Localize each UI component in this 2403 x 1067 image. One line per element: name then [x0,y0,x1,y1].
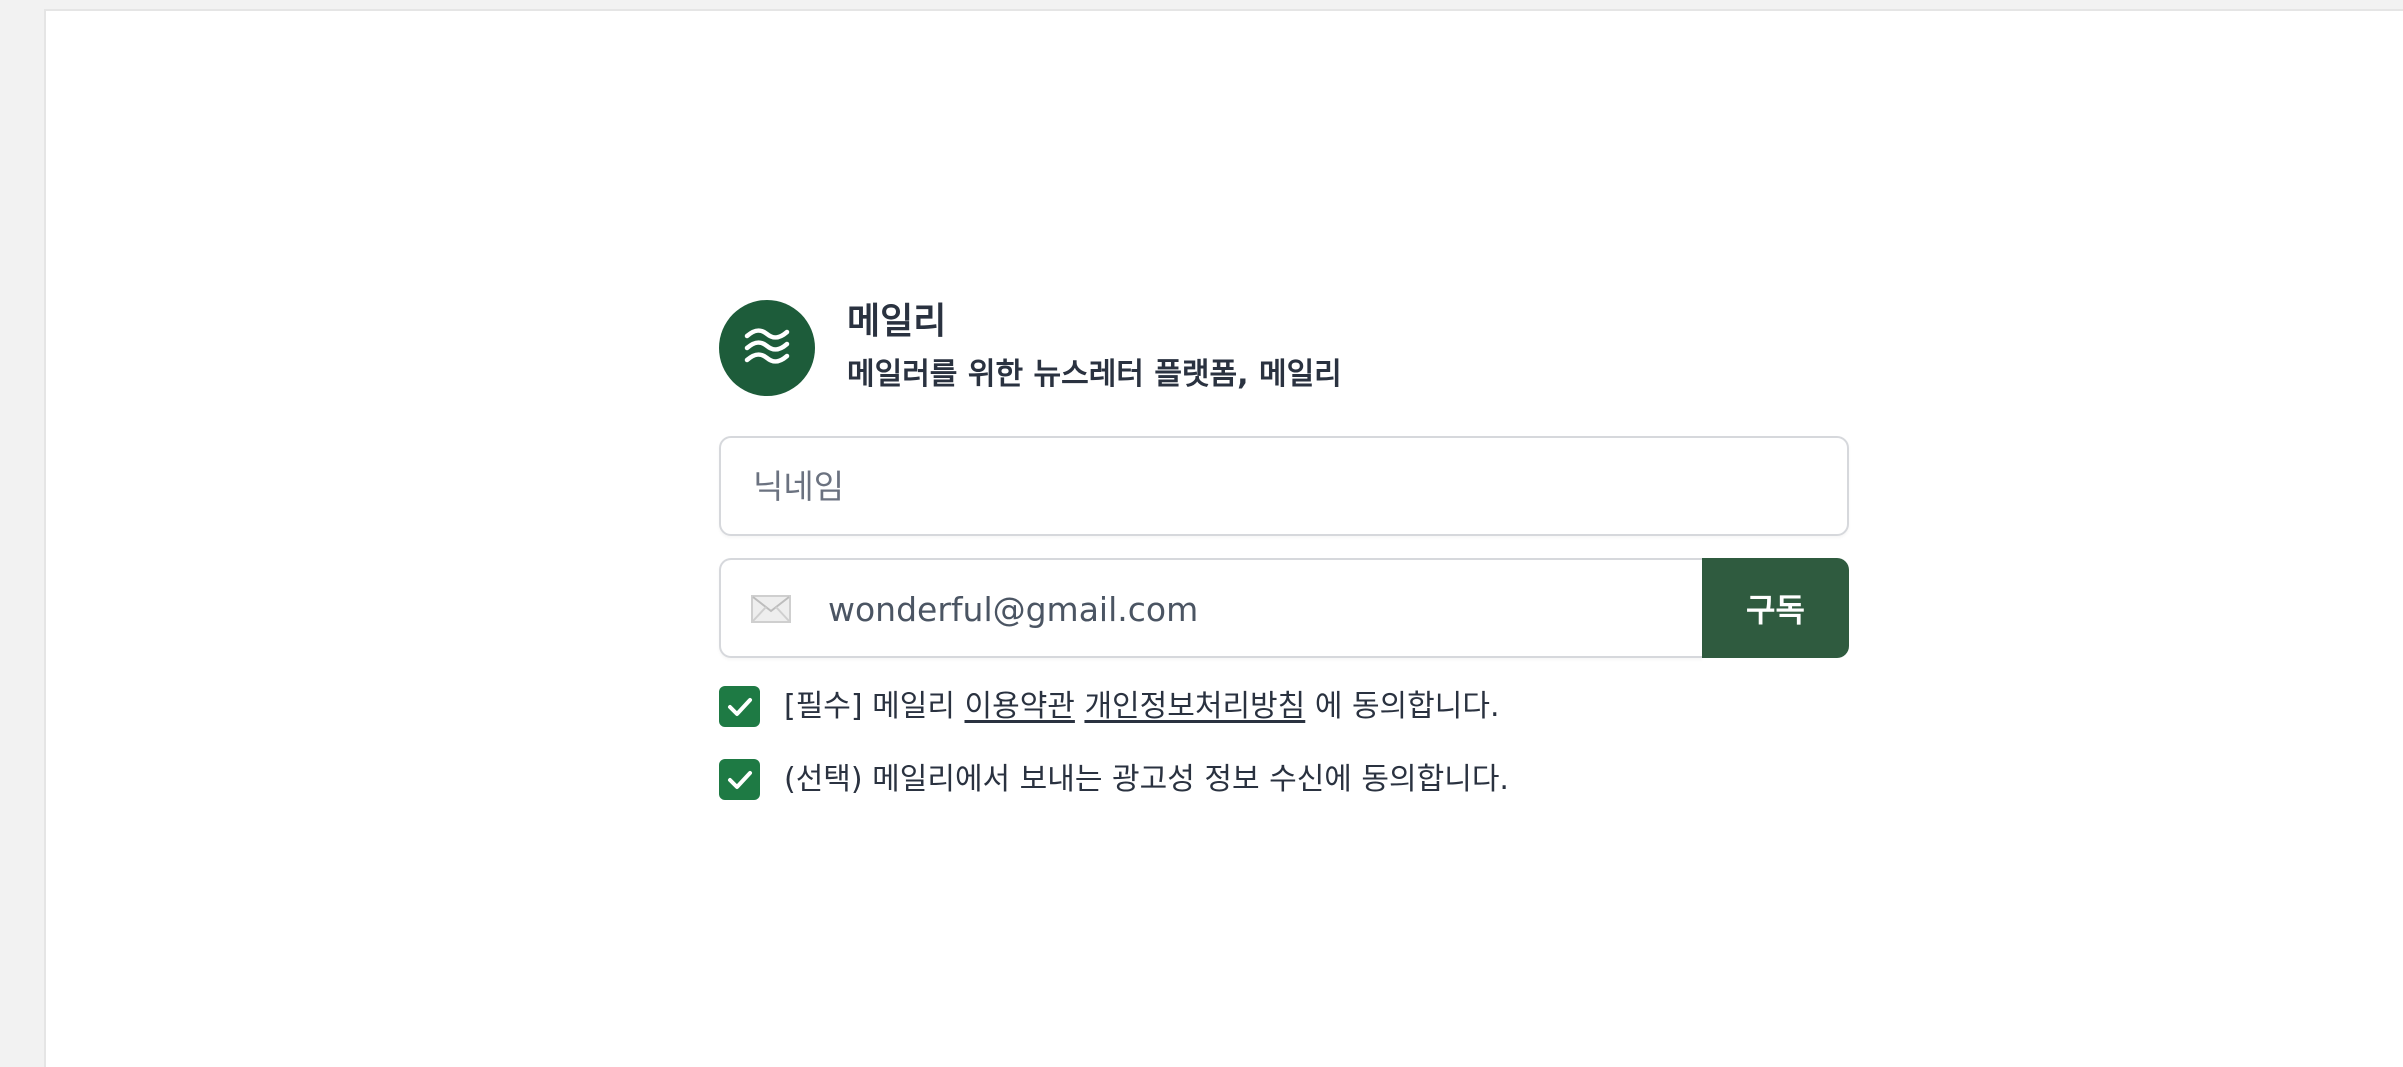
email-row: 구독 [719,558,1849,658]
brand-subtitle: 메일러를 위한 뉴스레터 플랫폼, 메일리 [847,357,1342,392]
privacy-policy-link[interactable]: 개인정보처리방침 [1084,689,1305,724]
brand-title: 메일리 [847,301,947,342]
subscribe-widget: 메일리 메일러를 위한 뉴스레터 플랫폼, 메일리 구독 [719,300,1849,800]
terms-link[interactable]: 이용약관 [965,689,1075,724]
required-agreement-suffix: 에 동의합니다. [1314,688,1500,724]
check-icon [727,697,752,716]
check-icon [727,770,752,789]
nickname-input[interactable] [719,436,1849,536]
mail-icon [751,595,791,623]
brand-header: 메일리 메일러를 위한 뉴스레터 플랫폼, 메일리 [719,300,1849,400]
page-frame: 메일리 메일러를 위한 뉴스레터 플랫폼, 메일리 구독 [44,9,2403,1067]
wave-logo-icon [719,300,815,396]
optional-agreement-label: (선택) 메일리에서 보내는 광고성 정보 수신에 동의합니다. [784,761,1509,797]
required-agreement: [필수] 메일리 이용약관 개인정보처리방침 에 동의합니다. [719,686,1500,727]
required-agreement-checkbox[interactable] [719,686,760,727]
required-agreement-prefix: [필수] 메일리 [784,688,955,724]
optional-agreement-checkbox[interactable] [719,759,760,800]
required-agreement-label: [필수] 메일리 이용약관 개인정보처리방침 에 동의합니다. [784,687,1500,727]
email-input[interactable] [826,560,1692,658]
optional-agreement: (선택) 메일리에서 보내는 광고성 정보 수신에 동의합니다. [719,759,1509,800]
subscribe-button[interactable]: 구독 [1702,558,1849,658]
email-field[interactable] [719,558,1702,658]
